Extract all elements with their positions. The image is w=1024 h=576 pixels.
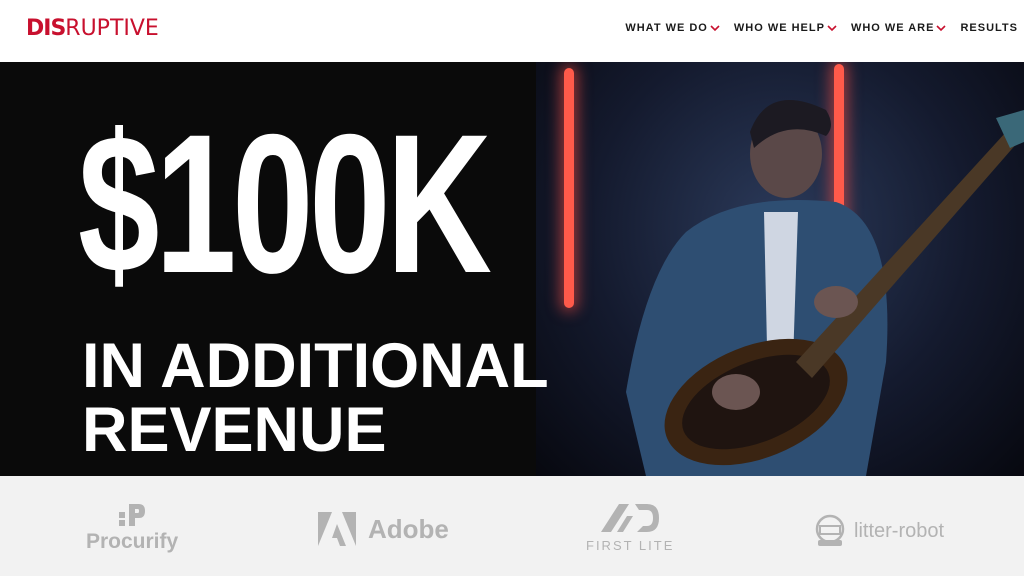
nav-label: WHO WE HELP <box>733 22 825 34</box>
first-lite-logo-icon <box>601 504 660 532</box>
client-litter-robot[interactable]: litter-robot <box>812 514 944 548</box>
main-nav: WHAT WE DO WHO WE HELP WHO WE ARE RESULT… <box>625 22 1018 34</box>
hero-banner: $100K IN ADDITIONAL REVENUE <box>0 62 1024 476</box>
client-logos-strip: Procurify Adobe FIRST LITE litter-robot <box>0 476 1024 576</box>
client-first-lite[interactable]: FIRST LITE <box>586 502 674 553</box>
litter-robot-wordmark: litter-robot <box>854 519 945 542</box>
chevron-down-icon <box>710 25 720 32</box>
nav-who-we-help[interactable]: WHO WE HELP <box>734 22 837 34</box>
nav-results[interactable]: RESULTS <box>960 22 1018 34</box>
hero-subline-2: REVENUE <box>82 395 387 465</box>
client-procurify[interactable]: Procurify <box>86 502 178 554</box>
procurify-logo-icon <box>119 504 146 526</box>
adobe-wordmark: Adobe <box>368 513 449 544</box>
guitarist-photo <box>536 62 1024 476</box>
nav-label: WHAT WE DO <box>625 22 708 34</box>
chevron-down-icon <box>827 25 837 32</box>
nav-what-we-do[interactable]: WHAT WE DO <box>625 22 720 34</box>
client-adobe[interactable]: Adobe <box>318 512 449 546</box>
first-lite-wordmark: FIRST LITE <box>586 538 675 553</box>
guitarist-illustration <box>626 99 1024 476</box>
disruptive-logo[interactable]: DIS RUPTIVE <box>26 16 159 44</box>
nav-label: WHO WE ARE <box>850 22 935 34</box>
logo-light-text: RUPTIVE <box>65 16 159 41</box>
hero-subline-1: IN ADDITIONAL <box>82 331 549 401</box>
procurify-wordmark: Procurify <box>86 530 179 553</box>
chevron-down-icon <box>936 25 947 32</box>
nav-who-we-are[interactable]: WHO WE ARE <box>851 22 947 34</box>
site-header: DIS RUPTIVE WHAT WE DO WHO WE HELP WHO W… <box>0 0 1024 62</box>
logo-strong-text: DIS <box>26 16 66 41</box>
hero-headline: $100K <box>78 93 492 314</box>
litter-robot-logo-icon <box>815 514 845 546</box>
nav-label: RESULTS <box>960 22 1018 34</box>
adobe-logo-icon <box>318 512 356 546</box>
